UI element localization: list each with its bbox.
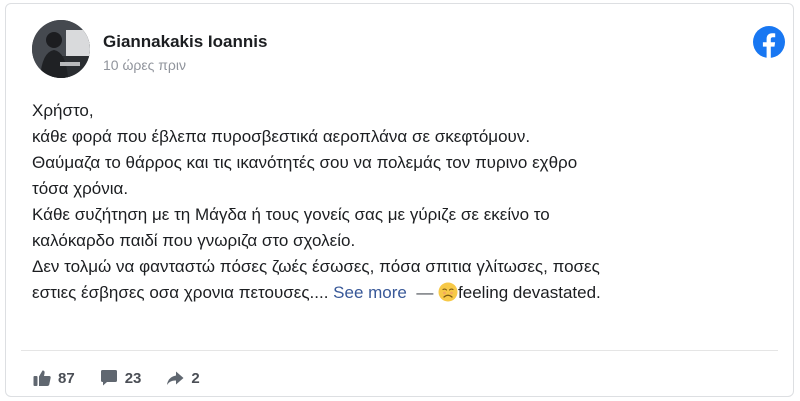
like-button[interactable]: 87 — [32, 368, 75, 388]
post-line: Χρήστο, — [32, 101, 94, 120]
avatar-photo — [32, 20, 90, 78]
post-line: Θαύμαζα το θάρρος και τις ικανότητές σου… — [32, 153, 578, 172]
feeling-dash: — — [416, 283, 434, 302]
like-count: 87 — [58, 369, 75, 387]
divider — [21, 350, 778, 351]
share-count: 2 — [191, 369, 200, 387]
post-line: Κάθε συζήτηση με τη Μάγδα ή τους γονείς … — [32, 205, 550, 224]
comment-button[interactable]: 23 — [99, 368, 142, 388]
thumbs-up-icon — [33, 370, 51, 386]
author-name[interactable]: Giannakakis Ioannis — [103, 32, 267, 52]
comment-count: 23 — [124, 369, 142, 387]
comment-icon — [100, 370, 117, 386]
sad-face-icon — [438, 282, 458, 302]
facebook-logo-icon[interactable] — [753, 26, 785, 58]
post-line: κάθε φορά που έβλεπα πυροσβεστικά αεροπλ… — [32, 127, 531, 146]
post-line: καλόκαρδο παιδί που γνωριζα στο σχολείο. — [32, 231, 356, 250]
post-timestamp[interactable]: 10 ώρες πριν — [103, 57, 186, 73]
post-line-text: εστιες έσβησες οσα χρονια πετουσες.... — [32, 283, 329, 302]
feeling-text: feeling devastated. — [458, 283, 601, 302]
post-body: Χρήστο, κάθε φορά που έβλεπα πυροσβεστικ… — [32, 98, 772, 306]
share-arrow-icon — [167, 371, 184, 385]
post-line: Δεν τολμώ να φανταστώ πόσες ζωές έσωσες,… — [32, 257, 600, 276]
post-last-line: εστιες έσβησες οσα χρονια πετουσες.... S… — [32, 280, 772, 306]
post-line: τόσα χρόνια. — [32, 179, 129, 198]
see-more-link[interactable]: See more — [333, 283, 407, 302]
avatar[interactable] — [32, 20, 90, 78]
post-stats: 87 23 2 — [32, 368, 224, 388]
share-button[interactable]: 2 — [165, 368, 200, 388]
post-card: Giannakakis Ioannis 10 ώρες πριν Χρήστο,… — [5, 3, 794, 397]
